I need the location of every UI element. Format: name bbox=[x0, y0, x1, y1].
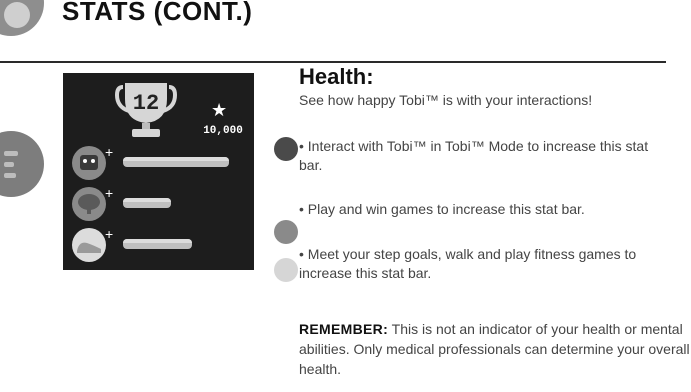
stat-bar-fitness bbox=[123, 239, 192, 249]
trophy-number: 12 bbox=[132, 91, 160, 116]
tobi-face-icon bbox=[274, 137, 298, 161]
header-rule bbox=[0, 61, 666, 63]
tobi-face-icon: + bbox=[72, 145, 113, 180]
brain-icon bbox=[274, 220, 298, 244]
sneaker-icon bbox=[274, 258, 298, 282]
remember-label: REMEMBER: bbox=[299, 321, 389, 337]
brain-icon: + bbox=[72, 186, 113, 221]
star-icon: ★ bbox=[211, 100, 228, 120]
remember-note: REMEMBER: This is not an indicator of yo… bbox=[299, 319, 691, 379]
device-screen: 12 ★ 10,000 + + + bbox=[63, 73, 254, 270]
bullet-fitness: • Meet your step goals, walk and play fi… bbox=[299, 246, 637, 281]
svg-text:+: + bbox=[105, 227, 113, 242]
stat-bar-games bbox=[123, 198, 171, 208]
svg-text:+: + bbox=[105, 186, 113, 201]
page-title: STATS (CONT.) bbox=[62, 0, 253, 26]
score-value: 10,000 bbox=[203, 125, 243, 137]
section-subtitle: See how happy Tobi™ is with your interac… bbox=[299, 92, 593, 108]
bullet-games: • Play and win games to increase this st… bbox=[299, 201, 585, 217]
sneaker-icon: + bbox=[72, 227, 113, 262]
section-title: Health: bbox=[299, 64, 374, 89]
stats-tab-icon bbox=[0, 131, 44, 197]
stat-bar-interaction bbox=[123, 157, 229, 167]
stats-badge-icon bbox=[0, 0, 44, 36]
svg-text:+: + bbox=[105, 145, 113, 160]
bullet-interact: • Interact with Tobi™ in Tobi™ Mode to i… bbox=[299, 138, 649, 173]
